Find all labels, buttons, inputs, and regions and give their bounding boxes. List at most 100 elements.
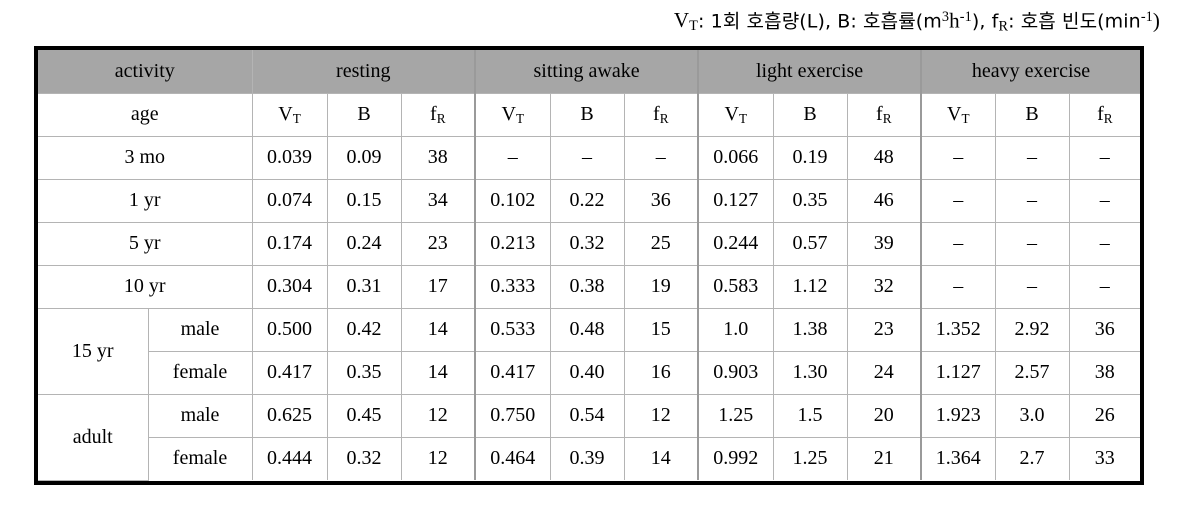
data-cell-value: 0.102 <box>474 178 551 223</box>
column-header-breathing-rate: B <box>549 92 625 137</box>
table-row: 10 yr 0.304 0.31 17 0.333 0.38 19 0.583 1.12 32– –… <box>38 264 1141 309</box>
data-cell-value: 14 <box>400 307 476 352</box>
data-cell-value: 0.500 <box>252 307 328 352</box>
data-cell-empty: – <box>920 264 996 309</box>
data-cell-value: 38 <box>1068 350 1141 395</box>
data-cell-value: 33 <box>1068 436 1141 480</box>
data-cell-value: 12 <box>400 436 476 480</box>
data-cell-value: 0.174 <box>252 221 328 266</box>
caption-fr-close: ) <box>1152 8 1160 33</box>
data-cell-value: 0.992 <box>697 436 774 480</box>
data-cell-value: 19 <box>623 264 699 309</box>
b-symbol: B <box>803 103 817 125</box>
data-cell-value: 0.533 <box>474 307 551 352</box>
fr-subscript: R <box>659 110 669 126</box>
row-header-age: 3 mo <box>38 135 253 180</box>
data-cell-value: 1.923 <box>920 393 996 438</box>
data-cell-empty: – <box>549 135 625 180</box>
data-cell-value: 1.25 <box>697 393 774 438</box>
fr-subscript: R <box>436 110 446 126</box>
data-cell-value: 34 <box>400 178 476 223</box>
data-cell-value: 0.09 <box>326 135 402 180</box>
data-cell-value: 2.57 <box>994 350 1070 395</box>
data-cell-value: 46 <box>846 178 922 223</box>
data-cell-value: 0.57 <box>772 221 848 266</box>
caption-b-h: h <box>949 8 960 33</box>
column-header-respiration-frequency: fR <box>623 92 699 137</box>
data-cell-value: 24 <box>846 350 922 395</box>
column-header-respiration-frequency: fR <box>846 92 922 137</box>
data-cell-value: 32 <box>846 264 922 309</box>
b-symbol: B <box>357 103 371 125</box>
column-header-tidal-volume: VT <box>252 92 328 137</box>
caption-fr-superscript: -1 <box>1140 9 1153 25</box>
caption-fr-text: : 호흡 빈도(min <box>1008 10 1141 33</box>
data-cell-value: 0.15 <box>326 178 402 223</box>
data-cell-value: 20 <box>846 393 922 438</box>
table-row: 5 yr 0.174 0.24 23 0.213 0.32 25 0.244 0.57 39– – – <box>38 221 1141 266</box>
data-cell-value: 1.25 <box>772 436 848 480</box>
data-cell-value: 1.30 <box>772 350 848 395</box>
data-cell-value: 0.31 <box>326 264 402 309</box>
data-cell-empty: – <box>1068 135 1141 180</box>
data-cell-value: 25 <box>623 221 699 266</box>
data-cell-value: 0.333 <box>474 264 551 309</box>
row-header-age: 5 yr <box>38 221 253 266</box>
data-cell-value: 36 <box>623 178 699 223</box>
column-header-tidal-volume: VT <box>474 92 551 137</box>
data-cell-value: 0.24 <box>326 221 402 266</box>
data-table: activity resting sitting awake light exerci… <box>38 50 1141 481</box>
data-cell-value: 39 <box>846 221 922 266</box>
vt-symbol: VT <box>947 102 970 126</box>
table-caption: VT: 1회 호흡량(L), B: 호흡률(m3h-1), fR: 호흡 빈도(… <box>0 3 1160 41</box>
data-cell-value: 0.039 <box>252 135 328 180</box>
column-group-header-resting: resting <box>252 50 476 94</box>
vt-subscript: T <box>292 110 301 126</box>
column-group-header-light-exercise: light exercise <box>697 50 922 94</box>
data-cell-value: 0.48 <box>549 307 625 352</box>
data-cell-empty: – <box>920 178 996 223</box>
fr-subscript: R <box>1103 110 1113 126</box>
data-cell-value: 15 <box>623 307 699 352</box>
vt-symbol: VT <box>501 102 525 126</box>
data-cell-value: 48 <box>846 135 922 180</box>
caption-vt-symbol: VT <box>673 8 698 35</box>
data-cell-value: 0.54 <box>549 393 625 438</box>
column-header-tidal-volume: VT <box>697 92 774 137</box>
data-cell-value: 0.40 <box>549 350 625 395</box>
fr-subscript: R <box>882 110 892 126</box>
table-row: 3 mo 0.039 0.09 38– – –0.066 0.19 48– – – <box>38 135 1141 180</box>
row-header-age: 10 yr <box>38 264 253 309</box>
data-cell-value: 0.22 <box>549 178 625 223</box>
data-cell-value: 1.38 <box>772 307 848 352</box>
data-cell-value: 14 <box>623 436 699 480</box>
row-header-sex: female <box>148 350 253 395</box>
table-header-row-activity: activity resting sitting awake light exerci… <box>38 50 1141 94</box>
data-cell-value: 0.244 <box>697 221 774 266</box>
data-cell-value: 17 <box>400 264 476 309</box>
data-cell-empty: – <box>1068 221 1141 266</box>
respiration-parameters-table: activity resting sitting awake light exerci… <box>34 46 1144 485</box>
data-cell-value: 23 <box>846 307 922 352</box>
row-header-age-group: 15 yr <box>38 307 149 395</box>
data-cell-empty: – <box>994 221 1070 266</box>
data-cell-empty: – <box>920 135 996 180</box>
data-cell-value: 0.464 <box>474 436 551 480</box>
data-cell-value: 0.417 <box>474 350 551 395</box>
data-cell-empty: – <box>474 135 551 180</box>
data-cell-empty: – <box>1068 264 1141 309</box>
data-cell-value: 0.903 <box>697 350 774 395</box>
row-header-age-group: adult <box>38 393 149 481</box>
table-row: adult male 0.625 0.45 12 0.750 0.54 12 1.25 1.5 20… <box>38 393 1141 481</box>
data-cell-value: 0.750 <box>474 393 551 438</box>
column-header-tidal-volume: VT <box>920 92 996 137</box>
data-cell-value: 16 <box>623 350 699 395</box>
data-cell-value: 23 <box>400 221 476 266</box>
data-cell-value: 0.444 <box>252 436 328 480</box>
caption-b-superscript-minus1: -1 <box>959 9 972 25</box>
data-cell-value: 3.0 <box>994 393 1070 438</box>
data-cell-value: 38 <box>400 135 476 180</box>
data-cell-value: 1.5 <box>772 393 848 438</box>
data-cell-value: 1.12 <box>772 264 848 309</box>
data-cell-value: 1.0 <box>697 307 774 352</box>
